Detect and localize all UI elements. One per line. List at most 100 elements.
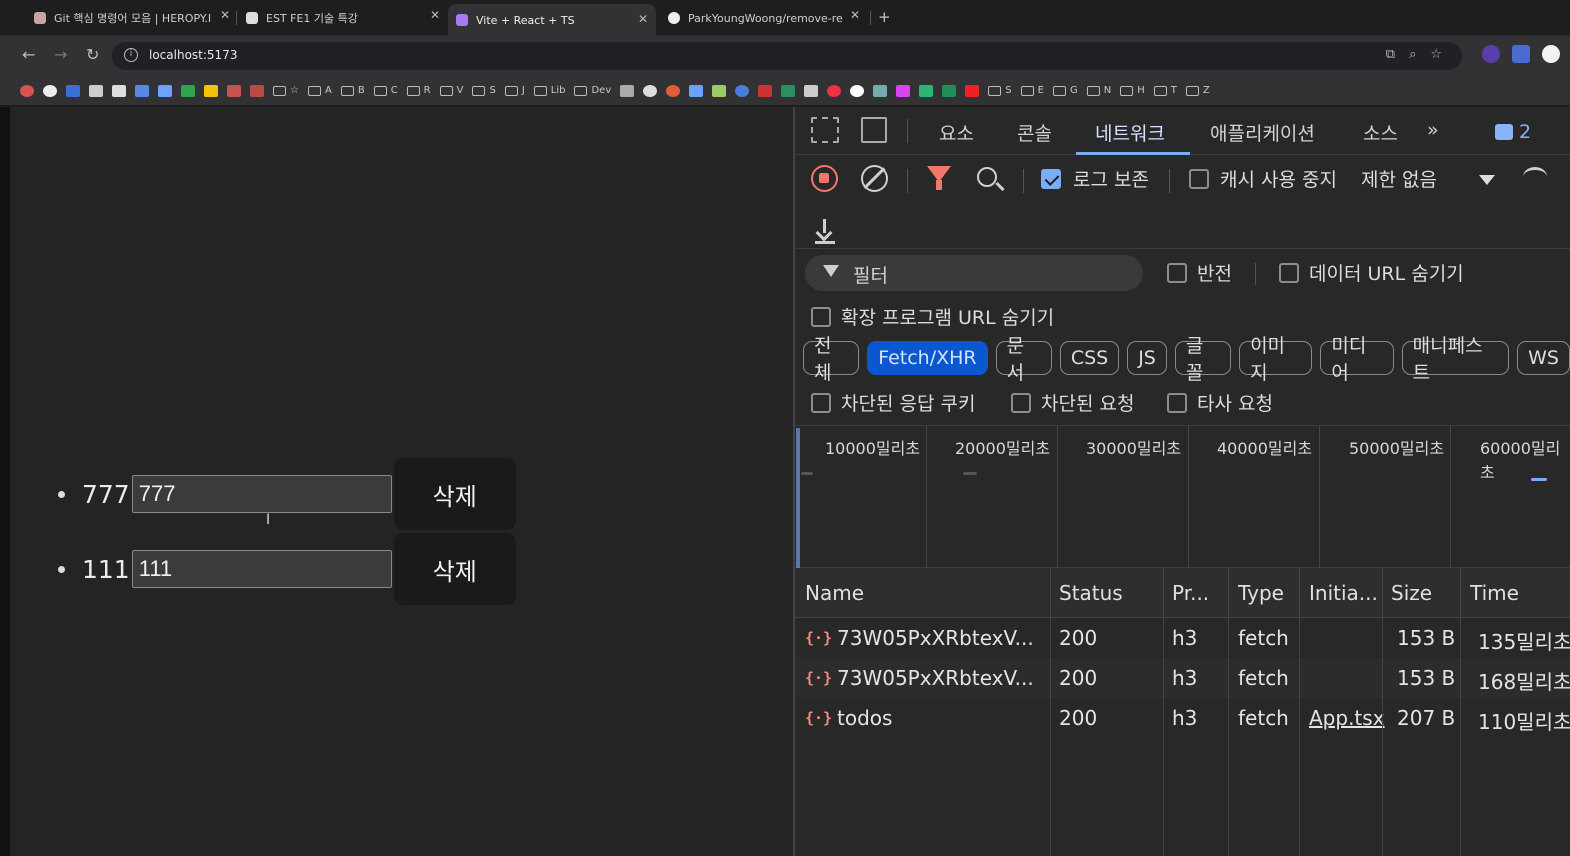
inspect-element-icon[interactable] [811,117,839,143]
bookmark-folder[interactable]: C [373,85,398,96]
browser-tab-est[interactable]: EST FE1 기술 특강 ✕ [242,6,440,30]
issues-badge[interactable]: 2 [1495,121,1531,143]
todo-edit-input[interactable]: 111 [131,550,392,588]
invert-checkbox[interactable] [1167,263,1187,283]
chip-img[interactable]: 이미지 [1239,335,1313,384]
bookmark-app-icon[interactable] [89,84,103,97]
bookmark-notion-icon[interactable] [112,84,126,97]
chip-manifest[interactable]: 매니페스트 [1401,335,1510,384]
bookmark-folder[interactable]: Dev [574,85,611,96]
bookmark-folder[interactable]: E [1020,85,1044,96]
filter-input[interactable]: 필터 [805,255,1143,291]
bookmark-app-icon[interactable] [66,84,80,97]
bookmark-folder[interactable]: V [439,85,463,96]
bookmark-star-icon[interactable]: ☆ [1430,47,1442,62]
row-name[interactable]: 73W05PxXRbtexV... [837,626,1034,650]
browser-tab-heropy[interactable]: Git 핵심 명령어 모음 | HEROPY.I ✕ [30,6,230,30]
chip-css[interactable]: CSS [1059,341,1120,375]
zoom-icon[interactable]: ⌕ [1409,47,1416,62]
omnibox[interactable]: i localhost:5173 ⧉ ⌕ ☆ [112,42,1462,70]
bookmark-folder[interactable]: B [340,85,365,96]
bookmark-app-icon[interactable] [965,84,980,97]
bookmark-app-icon[interactable] [942,84,957,97]
chip-js[interactable]: JS [1127,341,1167,375]
bookmark-sheets-icon[interactable] [181,84,195,97]
device-toolbar-icon[interactable] [861,117,887,143]
third-party-checkbox[interactable] [1167,393,1187,413]
bookmark-folder[interactable]: ☆ [273,85,299,96]
timeline-handle[interactable] [796,428,800,568]
bookmark-app-icon[interactable] [850,84,865,97]
row-initiator[interactable]: App.tsx [1309,706,1385,730]
col-type[interactable]: Type [1238,581,1284,605]
bookmark-app-icon[interactable] [735,84,750,97]
chevron-down-icon[interactable] [1479,175,1495,185]
chip-fetch-xhr[interactable]: Fetch/XHR [867,341,988,375]
preserve-log-checkbox[interactable] [1041,169,1061,189]
table-row[interactable]: {·} 73W05PxXRbtexV... 200 h3 fetch 153 B… [795,618,1570,658]
col-time[interactable]: Time [1470,581,1519,605]
chip-ws[interactable]: WS [1517,341,1570,375]
browser-tab-vite[interactable]: Vite + React + TS ✕ [448,4,656,36]
tab-elements[interactable]: 요소 [939,119,974,146]
extension-translate-icon[interactable] [1512,45,1530,63]
col-initiator[interactable]: Initia... [1309,581,1378,605]
col-size[interactable]: Size [1391,581,1432,605]
delete-button[interactable]: 삭제 [393,533,516,605]
row-name[interactable]: 73W05PxXRbtexV... [837,666,1034,690]
tab-network[interactable]: 네트워크 [1095,119,1165,146]
bookmark-folder[interactable]: A [307,85,332,96]
bookmark-app-icon[interactable] [896,84,911,97]
tab-console[interactable]: 콘솔 [1017,119,1052,146]
browser-tab-github[interactable]: ParkYoungWoong/remove-re ✕ [664,6,860,30]
delete-button[interactable]: 삭제 [393,458,516,530]
translate-icon[interactable]: ⧉ [1386,47,1395,62]
search-icon[interactable] [977,167,997,187]
clear-icon[interactable] [861,165,888,192]
reload-icon[interactable]: ↻ [86,45,99,64]
tab-close-icon[interactable]: ✕ [850,8,860,22]
tab-application[interactable]: 애플리케이션 [1210,119,1315,146]
hide-extension-urls-checkbox[interactable] [811,307,831,327]
bookmark-app-icon[interactable] [689,84,704,97]
site-info-icon[interactable]: i [124,48,138,62]
bookmark-app-icon[interactable] [781,84,796,97]
network-overview-timeline[interactable]: 10000밀리초 20000밀리초 30000밀리초 40000밀리초 5000… [795,425,1570,569]
tab-close-icon[interactable]: ✕ [220,8,230,22]
hide-data-urls-checkbox[interactable] [1279,263,1299,283]
bookmark-app-icon[interactable] [20,84,34,97]
bookmark-app-icon[interactable] [712,84,727,97]
profile-icon[interactable] [1542,45,1560,63]
extension-avatar-icon[interactable] [1482,45,1500,63]
bookmark-app-icon[interactable] [758,84,773,97]
import-har-icon[interactable] [815,219,835,244]
bookmark-app-icon[interactable] [135,84,149,97]
table-row[interactable]: {·} 73W05PxXRbtexV... 200 h3 fetch 153 B… [795,658,1570,698]
bookmark-app-icon[interactable] [873,84,888,97]
bookmark-app-icon[interactable] [827,84,842,97]
forward-icon[interactable]: → [54,45,67,64]
chip-doc[interactable]: 문서 [995,335,1052,384]
back-icon[interactable]: ← [22,45,35,64]
bookmark-app-icon[interactable] [804,84,819,97]
col-protocol[interactable]: Pr... [1172,581,1209,605]
record-icon[interactable] [811,165,838,192]
bookmark-folder[interactable]: N [1086,85,1111,96]
col-status[interactable]: Status [1059,581,1123,605]
bookmark-folder[interactable]: H [1120,85,1145,96]
bookmark-folder[interactable]: T [1153,85,1177,96]
bookmark-app-icon[interactable] [643,84,658,97]
bookmark-folder[interactable]: Z [1185,85,1210,96]
bookmark-folder[interactable]: S [988,85,1012,96]
table-row[interactable]: {·} todos 200 h3 fetch App.tsx 207 B 110… [795,698,1570,738]
bookmark-github-icon[interactable] [43,84,57,97]
disable-cache-checkbox[interactable] [1189,169,1209,189]
filter-toggle-icon[interactable] [927,166,951,190]
bookmark-app-icon[interactable] [620,84,635,97]
bookmark-folder[interactable]: G [1052,85,1078,96]
network-conditions-icon[interactable] [1523,167,1547,187]
blocked-requests-checkbox[interactable] [1011,393,1031,413]
chip-media[interactable]: 미디어 [1320,335,1394,384]
col-name[interactable]: Name [805,581,864,605]
bookmark-folder[interactable]: Lib [533,85,565,96]
